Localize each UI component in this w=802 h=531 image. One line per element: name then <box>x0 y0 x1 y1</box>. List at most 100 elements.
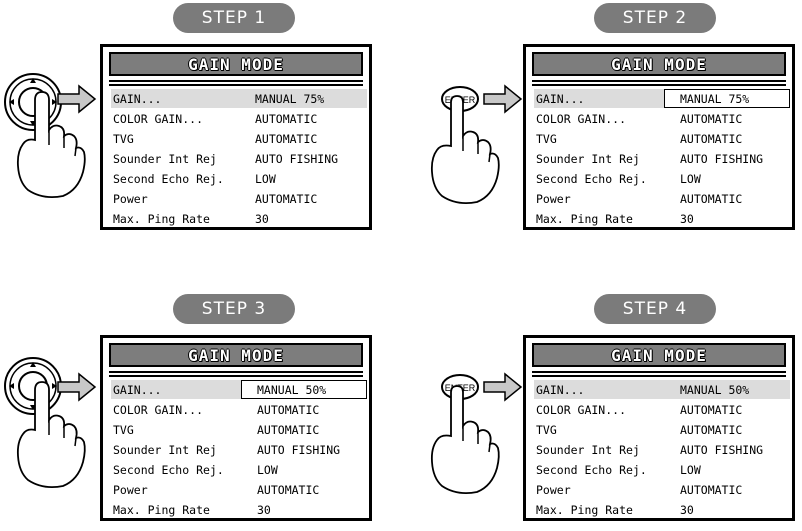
menu-list: GAIN... MANUAL 75% COLOR GAIN... AUTOMAT… <box>111 89 367 229</box>
divider <box>532 84 786 86</box>
menu-item-color-gain[interactable]: COLOR GAIN... AUTOMATIC <box>111 400 367 420</box>
menu-list: GAIN... MANUAL 50% COLOR GAIN... AUTOMAT… <box>111 380 367 520</box>
menu-value: AUTOMATIC <box>680 423 743 437</box>
step-3-badge: STEP 3 <box>173 294 295 324</box>
divider <box>109 80 363 82</box>
menu-label: GAIN... <box>113 92 162 106</box>
divider <box>532 375 786 377</box>
gain-mode-screen: GAIN MODE GAIN... MANUAL 75% COLOR GAIN.… <box>523 44 795 230</box>
menu-value: AUTOMATIC <box>680 132 743 146</box>
menu-value: AUTOMATIC <box>680 403 743 417</box>
step-4-panel: STEP 4 ENTER GAIN MODE GAIN... MANUAL 50… <box>401 266 802 531</box>
menu-item-power[interactable]: Power AUTOMATIC <box>534 480 790 500</box>
menu-item-sounder-int-rej[interactable]: Sounder Int Rej AUTO FISHING <box>111 149 367 169</box>
menu-value: LOW <box>680 463 701 477</box>
menu-item-tvg[interactable]: TVG AUTOMATIC <box>111 420 367 440</box>
menu-value: AUTOMATIC <box>680 112 743 126</box>
screen-title-bar: GAIN MODE <box>532 52 786 76</box>
screen-title: GAIN MODE <box>611 345 707 365</box>
menu-value: LOW <box>255 172 276 186</box>
menu-item-gain[interactable]: GAIN... MANUAL 75% <box>534 89 790 109</box>
menu-value: AUTOMATIC <box>255 132 318 146</box>
divider <box>532 371 786 373</box>
pointing-hand-icon <box>430 385 500 495</box>
menu-label: Sounder Int Rej <box>536 152 640 166</box>
menu-item-power[interactable]: Power AUTOMATIC <box>534 189 790 209</box>
menu-item-tvg[interactable]: TVG AUTOMATIC <box>111 129 367 149</box>
menu-label: TVG <box>113 132 134 146</box>
arrow-right-icon <box>57 84 97 114</box>
menu-item-color-gain[interactable]: COLOR GAIN... AUTOMATIC <box>534 109 790 129</box>
menu-item-gain[interactable]: GAIN... MANUAL 50% <box>111 380 367 400</box>
menu-value[interactable]: MANUAL 50% <box>257 383 326 397</box>
menu-value[interactable]: MANUAL 75% <box>680 92 749 106</box>
menu-label: Max. Ping Rate <box>113 212 210 226</box>
divider <box>109 371 363 373</box>
menu-label: TVG <box>536 423 557 437</box>
menu-item-tvg[interactable]: TVG AUTOMATIC <box>534 129 790 149</box>
menu-value: LOW <box>680 172 701 186</box>
arrow-right-icon <box>483 372 523 402</box>
menu-item-color-gain[interactable]: COLOR GAIN... AUTOMATIC <box>111 109 367 129</box>
menu-item-power[interactable]: Power AUTOMATIC <box>111 189 367 209</box>
menu-label: GAIN... <box>536 383 585 397</box>
menu-value: AUTOMATIC <box>680 483 743 497</box>
menu-label: Sounder Int Rej <box>113 443 217 457</box>
menu-item-max-ping-rate[interactable]: Max. Ping Rate 30 <box>111 209 367 229</box>
menu-item-color-gain[interactable]: COLOR GAIN... AUTOMATIC <box>534 400 790 420</box>
menu-item-sounder-int-rej[interactable]: Sounder Int Rej AUTO FISHING <box>111 440 367 460</box>
menu-item-power[interactable]: Power AUTOMATIC <box>111 480 367 500</box>
menu-item-gain[interactable]: GAIN... MANUAL 75% <box>111 89 367 109</box>
menu-label: Second Echo Rej. <box>113 463 224 477</box>
menu-list: GAIN... MANUAL 50% COLOR GAIN... AUTOMAT… <box>534 380 790 520</box>
divider <box>532 80 786 82</box>
menu-label: Max. Ping Rate <box>113 503 210 517</box>
menu-item-second-echo-rej[interactable]: Second Echo Rej. LOW <box>534 169 790 189</box>
menu-value: LOW <box>257 463 278 477</box>
menu-label: Power <box>113 483 148 497</box>
menu-label: GAIN... <box>536 92 585 106</box>
menu-label: Sounder Int Rej <box>536 443 640 457</box>
menu-label: COLOR GAIN... <box>113 403 204 417</box>
menu-label: TVG <box>536 132 557 146</box>
menu-value: AUTOMATIC <box>257 403 320 417</box>
menu-item-second-echo-rej[interactable]: Second Echo Rej. LOW <box>111 169 367 189</box>
screen-title: GAIN MODE <box>611 54 707 74</box>
menu-value: AUTOMATIC <box>255 192 318 206</box>
menu-item-second-echo-rej[interactable]: Second Echo Rej. LOW <box>534 460 790 480</box>
menu-value: 30 <box>255 212 269 226</box>
arrow-right-icon <box>483 84 523 114</box>
menu-label: Max. Ping Rate <box>536 503 633 517</box>
screen-title-bar: GAIN MODE <box>109 52 363 76</box>
arrow-right-icon <box>57 372 97 402</box>
menu-label: Power <box>536 483 571 497</box>
gain-mode-screen: GAIN MODE GAIN... MANUAL 75% COLOR GAIN.… <box>100 44 372 230</box>
step-1-badge: STEP 1 <box>173 3 295 33</box>
menu-label: GAIN... <box>113 383 162 397</box>
screen-title-bar: GAIN MODE <box>532 343 786 367</box>
menu-item-max-ping-rate[interactable]: Max. Ping Rate 30 <box>534 209 790 229</box>
menu-label: Second Echo Rej. <box>536 172 647 186</box>
menu-label: Sounder Int Rej <box>113 152 217 166</box>
menu-value: AUTOMATIC <box>257 423 320 437</box>
menu-item-tvg[interactable]: TVG AUTOMATIC <box>534 420 790 440</box>
menu-value: 30 <box>680 503 694 517</box>
gain-mode-screen: GAIN MODE GAIN... MANUAL 50% COLOR GAIN.… <box>523 335 795 521</box>
menu-value: AUTO FISHING <box>680 152 764 166</box>
menu-value: 30 <box>257 503 271 517</box>
menu-item-sounder-int-rej[interactable]: Sounder Int Rej AUTO FISHING <box>534 149 790 169</box>
menu-item-max-ping-rate[interactable]: Max. Ping Rate 30 <box>111 500 367 520</box>
menu-value: AUTOMATIC <box>255 112 318 126</box>
menu-item-sounder-int-rej[interactable]: Sounder Int Rej AUTO FISHING <box>534 440 790 460</box>
menu-item-gain[interactable]: GAIN... MANUAL 50% <box>534 380 790 400</box>
divider <box>109 84 363 86</box>
menu-value: AUTO FISHING <box>680 443 764 457</box>
menu-item-second-echo-rej[interactable]: Second Echo Rej. LOW <box>111 460 367 480</box>
step-2-badge: STEP 2 <box>594 3 716 33</box>
menu-item-max-ping-rate[interactable]: Max. Ping Rate 30 <box>534 500 790 520</box>
menu-label: COLOR GAIN... <box>113 112 204 126</box>
screen-title: GAIN MODE <box>188 54 284 74</box>
step-4-badge: STEP 4 <box>594 294 716 324</box>
gain-mode-screen: GAIN MODE GAIN... MANUAL 50% COLOR GAIN.… <box>100 335 372 521</box>
menu-label: Max. Ping Rate <box>536 212 633 226</box>
